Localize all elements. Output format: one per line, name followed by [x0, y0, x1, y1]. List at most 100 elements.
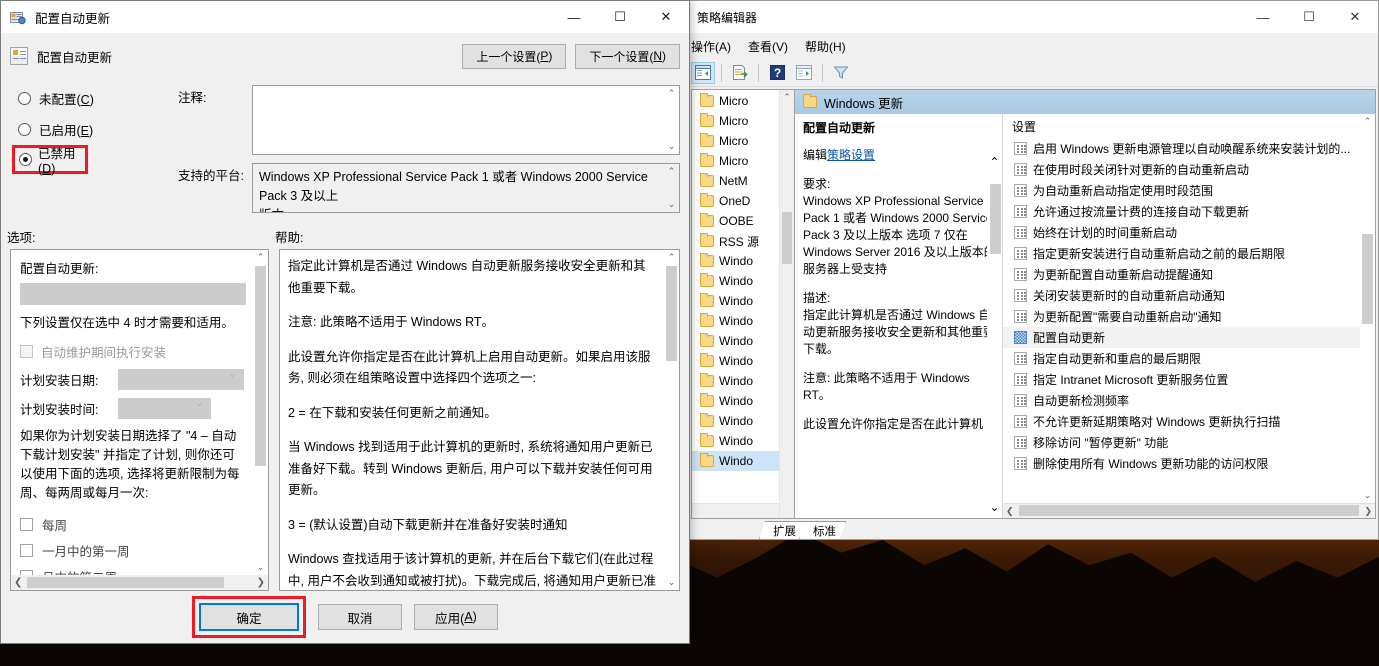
- scroll-down-icon[interactable]: ⌄: [1360, 488, 1375, 503]
- help-icon[interactable]: ?: [765, 62, 789, 84]
- policy-setting-icon: [1014, 205, 1027, 218]
- scroll-up-icon[interactable]: ⌃: [989, 154, 999, 171]
- radio-not-configured[interactable]: 未配置(C): [10, 83, 178, 114]
- scrollbar-thumb[interactable]: [255, 266, 266, 466]
- gpe-maximize-button[interactable]: ☐: [1286, 1, 1332, 33]
- gpe-settings-vertical-scrollbar[interactable]: ⌃ ⌄: [1360, 114, 1375, 503]
- show-hide-tree-icon[interactable]: [691, 61, 715, 84]
- show-details-icon[interactable]: [792, 62, 816, 84]
- scroll-up-icon[interactable]: ⌃: [780, 90, 794, 105]
- scrollbar-thumb[interactable]: [1019, 505, 1359, 516]
- policy-setting-icon: [1014, 289, 1027, 302]
- scroll-up-icon[interactable]: ⌃: [668, 166, 676, 177]
- setting-row[interactable]: 指定 Intranet Microsoft 更新服务位置: [1003, 369, 1375, 390]
- gpe-tree-vertical-scrollbar[interactable]: ⌃: [779, 90, 794, 518]
- tree-item-label: Micro: [719, 154, 749, 168]
- policy-setting-icon: [1014, 415, 1027, 428]
- gpe-detail-requirement-label: 要求:: [803, 177, 831, 191]
- setting-row[interactable]: 为更新配置"需要自动重新启动"通知: [1003, 306, 1375, 327]
- install-day-select[interactable]: [118, 367, 244, 390]
- tab-extended[interactable]: 扩展: [759, 521, 806, 539]
- setting-row[interactable]: 删除使用所有 Windows 更新功能的访问权限: [1003, 453, 1375, 474]
- setting-row[interactable]: 自动更新检测频率: [1003, 390, 1375, 411]
- setting-row[interactable]: 不允许更新延期策略对 Windows 更新执行扫描: [1003, 411, 1375, 432]
- filter-icon[interactable]: [829, 62, 853, 84]
- dialog-header-title: 配置自动更新: [37, 50, 113, 65]
- platform-scrollbar[interactable]: ⌃ ⌄: [664, 164, 679, 212]
- setting-row[interactable]: 为自动重新启动指定使用时段范围: [1003, 180, 1375, 201]
- dialog-panes: 配置自动更新: 下列设置仅在选中 4 时才需要和适用。 自动维护期间执行安装 计…: [1, 249, 689, 591]
- gpe-close-button[interactable]: ✕: [1332, 1, 1378, 33]
- first-week-checkbox[interactable]: 一月中的第一周: [20, 537, 246, 563]
- setting-row-selected[interactable]: 配置自动更新: [1003, 327, 1375, 348]
- tab-standard[interactable]: 标准: [799, 521, 846, 539]
- setting-row[interactable]: 在使用时段关闭针对更新的自动重新启动: [1003, 159, 1375, 180]
- comment-input[interactable]: ⌃ ⌄: [252, 85, 680, 155]
- previous-setting-button[interactable]: 上一个设置(P): [462, 43, 567, 69]
- scroll-down-icon[interactable]: ⌄: [257, 562, 265, 573]
- next-setting-button[interactable]: 下一个设置(N): [575, 43, 680, 69]
- setting-label: 指定更新安装进行自动重新启动之前的最后期限: [1033, 247, 1286, 261]
- setting-row[interactable]: 移除访问 "暂停更新" 功能: [1003, 432, 1375, 453]
- weekly-checkbox[interactable]: 每周: [20, 511, 246, 537]
- dialog-title-bar: 配置自动更新 — ☐ ✕: [1, 1, 689, 33]
- scroll-down-icon[interactable]: ⌄: [668, 141, 676, 152]
- dialog-minimize-button[interactable]: —: [551, 1, 597, 33]
- gpe-menu-view[interactable]: 查看(V): [748, 38, 788, 55]
- scroll-down-icon[interactable]: ⌄: [989, 499, 999, 516]
- gpe-menu-action[interactable]: 操作(A): [691, 38, 731, 55]
- setting-row[interactable]: 指定更新安装进行自动重新启动之前的最后期限: [1003, 243, 1375, 264]
- scrollbar-thumb[interactable]: [1362, 234, 1373, 324]
- scroll-down-icon[interactable]: ⌄: [668, 577, 676, 588]
- dialog-close-button[interactable]: ✕: [643, 1, 689, 33]
- setting-row[interactable]: 关闭安装更新时的自动重新启动通知: [1003, 285, 1375, 306]
- setting-label: 为更新配置"需要自动重新启动"通知: [1033, 310, 1222, 324]
- dialog-maximize-button[interactable]: ☐: [597, 1, 643, 33]
- edit-policy-setting-link[interactable]: 策略设置: [827, 148, 875, 162]
- ok-button[interactable]: 确定: [199, 603, 299, 631]
- checkbox-indicator: [20, 344, 33, 358]
- scrollbar-thumb[interactable]: [27, 577, 224, 588]
- scroll-down-icon[interactable]: ⌄: [668, 199, 676, 210]
- help-paragraph: 此设置允许你指定是否在此计算机上启用自动更新。如果启用该服务, 则必须在组策略设…: [288, 349, 651, 386]
- options-pane: 配置自动更新: 下列设置仅在选中 4 时才需要和适用。 自动维护期间执行安装 计…: [10, 249, 269, 591]
- configure-automatic-updates-select[interactable]: [20, 283, 246, 305]
- folder-icon: [700, 133, 714, 147]
- comment-scrollbar[interactable]: ⌃ ⌄: [664, 86, 679, 154]
- scroll-right-icon[interactable]: ❯: [257, 577, 265, 588]
- radio-disabled-highlighted[interactable]: 已禁用(D): [12, 145, 88, 176]
- apply-button[interactable]: 应用(A): [414, 604, 498, 630]
- setting-row[interactable]: 始终在计划的时间重新启动: [1003, 222, 1375, 243]
- radio-enabled[interactable]: 已启用(E): [10, 114, 178, 145]
- scroll-left-icon[interactable]: ❮: [1006, 506, 1014, 517]
- scroll-up-icon[interactable]: ⌃: [257, 252, 265, 263]
- setting-row[interactable]: 指定自动更新和重启的最后期限: [1003, 348, 1375, 369]
- gpe-settings-list[interactable]: 启用 Windows 更新电源管理以自动唤醒系统来安装计划的... 在使用时段关…: [1003, 138, 1375, 503]
- scroll-left-icon[interactable]: ❮: [14, 577, 22, 588]
- gpe-menu-help[interactable]: 帮助(H): [805, 38, 846, 55]
- cancel-button[interactable]: 取消: [318, 604, 402, 630]
- install-time-label: 计划安装时间:: [20, 402, 99, 417]
- setting-row[interactable]: 为更新配置自动重新启动提醒通知: [1003, 264, 1375, 285]
- scroll-up-icon[interactable]: ⌃: [668, 252, 676, 263]
- export-list-icon[interactable]: [728, 62, 752, 84]
- previous-setting-suffix: ): [548, 49, 553, 63]
- next-setting-suffix: ): [662, 49, 666, 63]
- scrollbar-thumb[interactable]: [782, 212, 792, 264]
- ok-button-annotation: 确定: [192, 596, 306, 638]
- help-paragraph: 指定此计算机是否通过 Windows 自动更新服务接收安全更新和其他重要下载。: [288, 259, 646, 295]
- scrollbar-thumb[interactable]: [666, 266, 677, 361]
- gpe-minimize-button[interactable]: —: [1240, 1, 1286, 33]
- scroll-right-icon[interactable]: ❯: [1364, 506, 1372, 517]
- scroll-up-icon[interactable]: ⌃: [668, 88, 676, 99]
- maintenance-install-checkbox[interactable]: 自动维护期间执行安装: [20, 340, 246, 362]
- scrollbar-thumb[interactable]: [990, 184, 1001, 254]
- scroll-up-icon[interactable]: ⌃: [1360, 114, 1375, 129]
- tree-item-label: Windo: [719, 434, 754, 448]
- platform-line-2: 版本: [259, 206, 659, 212]
- install-time-select[interactable]: [118, 396, 211, 419]
- help-paragraph: 注意: 此策略不适用于 Windows RT。: [288, 315, 495, 329]
- setting-row[interactable]: 允许通过按流量计费的连接自动下载更新: [1003, 201, 1375, 222]
- setting-row[interactable]: 启用 Windows 更新电源管理以自动唤醒系统来安装计划的...: [1003, 138, 1375, 159]
- gpe-detail-requirement-text: Windows XP Professional Service Pack 1 或…: [803, 194, 996, 276]
